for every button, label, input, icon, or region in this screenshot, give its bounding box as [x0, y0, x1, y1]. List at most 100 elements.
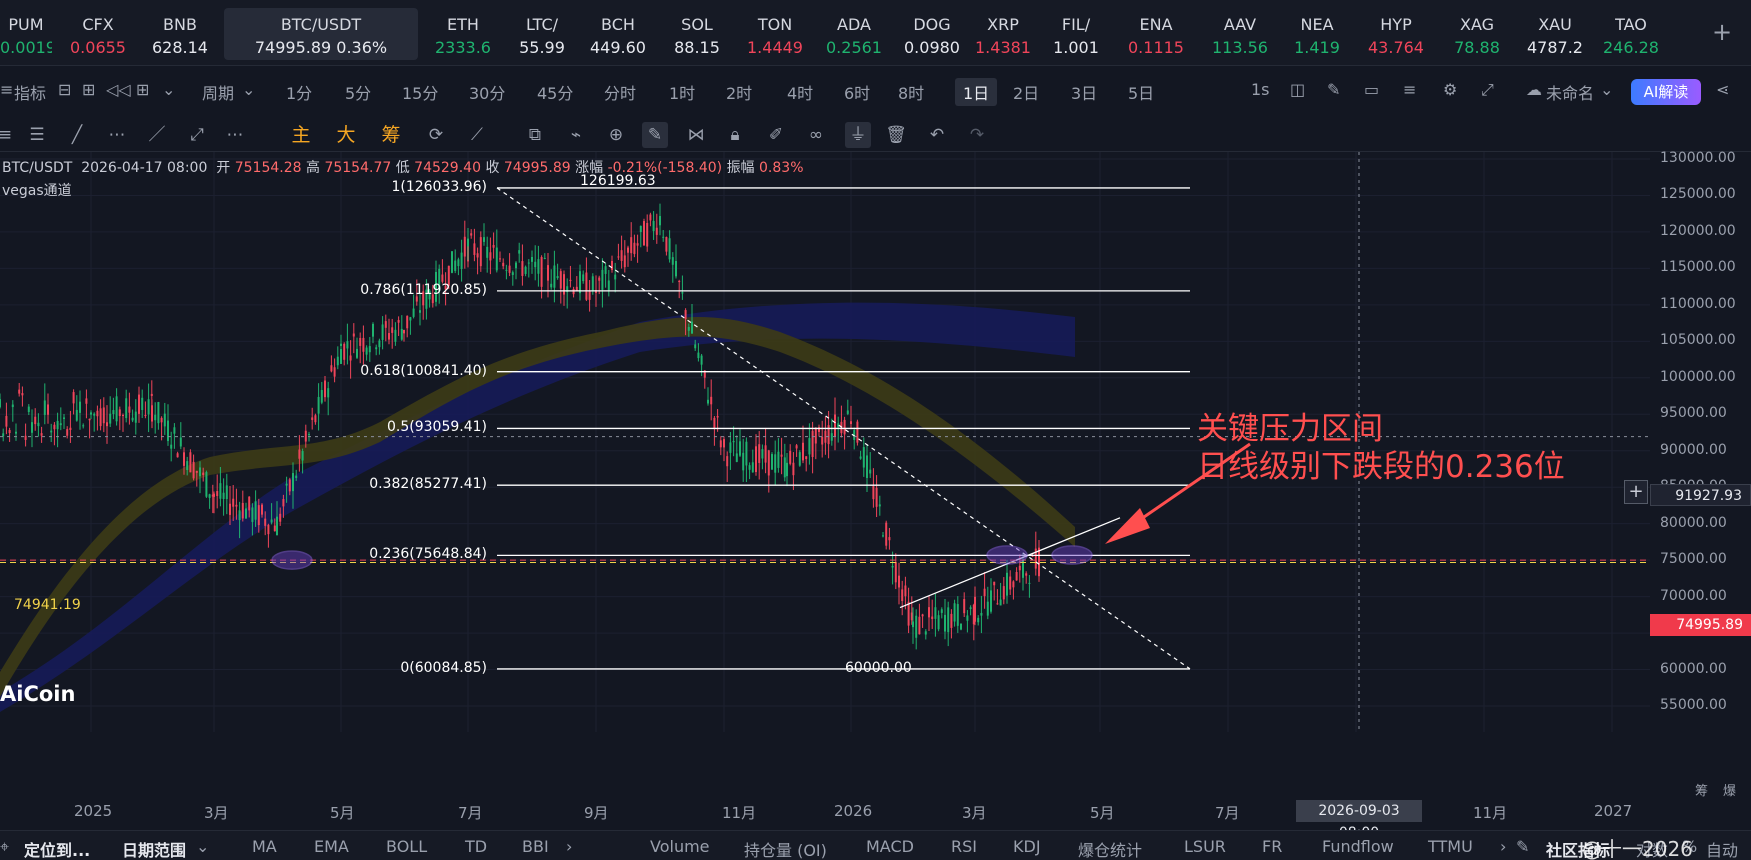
gear-icon[interactable]: ⚙	[1443, 80, 1457, 99]
undo-icon[interactable]: ↶	[924, 122, 950, 148]
trash-icon[interactable]: 🗑︎	[883, 122, 909, 148]
liq-corner-label[interactable]: 爆	[1723, 780, 1736, 799]
chip-corner-label[interactable]: 筹	[1695, 780, 1708, 799]
add-tab-icon[interactable]: +	[1712, 18, 1732, 46]
mixed-tool-icon[interactable]: ⟋	[464, 122, 490, 148]
indicator-icon[interactable]: ≡	[0, 80, 13, 99]
indicator-shortcut-6[interactable]: 持仓量 (OI)	[744, 837, 827, 860]
interval-3[interactable]: 30分	[469, 80, 505, 104]
cloud-icon[interactable]: ☁	[1526, 80, 1542, 99]
indicator-shortcut-8[interactable]: RSI	[951, 837, 977, 856]
trendline-icon[interactable]: ╱	[64, 122, 90, 148]
template-dropdown[interactable]: 未命名	[1546, 80, 1594, 104]
interval-9[interactable]: 6时	[844, 80, 870, 104]
indicator-shortcut-7[interactable]: MACD	[866, 837, 914, 856]
indicator-shortcut-5[interactable]: Volume	[650, 837, 710, 856]
locate-button[interactable]: 定位到...	[24, 837, 90, 860]
menu-icon[interactable]: ≡	[0, 122, 18, 148]
indicator-shortcut-1[interactable]: EMA	[314, 837, 349, 856]
compare-icon[interactable]: ⊞	[82, 80, 95, 99]
fullscreen-icon[interactable]: ⤢	[1481, 80, 1494, 100]
extended-line-icon[interactable]: ⤢	[184, 122, 210, 148]
interval-0[interactable]: 1分	[286, 80, 312, 104]
ai-analysis-button[interactable]: AI解读	[1631, 79, 1701, 105]
indicator-shortcut-10[interactable]: 爆仓统计	[1078, 837, 1142, 860]
interval-5[interactable]: 分时	[604, 80, 636, 104]
ticker-ton[interactable]: TON 1.4449	[742, 8, 808, 60]
date-range-button[interactable]: 日期范围	[122, 837, 186, 860]
camera-icon[interactable]: ◫	[1290, 80, 1305, 99]
indicator-shortcut-3[interactable]: TD	[465, 837, 487, 856]
multi-chart-icon[interactable]: ⊞	[136, 80, 149, 99]
list-icon[interactable]: ≡	[1403, 80, 1416, 99]
price-chart[interactable]: BTC/USDT 2026-04-17 08:00 开 75154.28 高 7…	[0, 150, 1751, 841]
more-icon[interactable]: ⋯	[222, 122, 248, 148]
interval-8[interactable]: 4时	[787, 80, 813, 104]
ticker-cfx[interactable]: CFX 0.0655	[60, 8, 136, 60]
ticker-bnb[interactable]: BNB 628.14	[140, 8, 220, 60]
indicator-shortcut-12[interactable]: FR	[1262, 837, 1282, 856]
ticker-xag[interactable]: XAG 78.88	[1440, 8, 1514, 60]
interval-10[interactable]: 8时	[898, 80, 924, 104]
chevron-right-icon[interactable]: ›	[1500, 837, 1506, 856]
period-dropdown[interactable]: 周期	[202, 80, 234, 104]
chevron-down-icon[interactable]: ⌄	[196, 837, 209, 856]
ticker-dog[interactable]: DOG 0.0980	[900, 8, 964, 60]
indicator-shortcut-13[interactable]: Fundflow	[1322, 837, 1394, 856]
layout-icon[interactable]: ⊟	[58, 80, 71, 99]
interval-1[interactable]: 5分	[345, 80, 371, 104]
interval-12[interactable]: 2日	[1013, 80, 1039, 104]
pencil-icon[interactable]: ✎	[1327, 80, 1340, 99]
interval-7[interactable]: 2时	[726, 80, 752, 104]
interval-13[interactable]: 3日	[1071, 80, 1097, 104]
ticker-xau[interactable]: XAU 4787.2	[1520, 8, 1590, 60]
share-icon[interactable]: ⋖	[1716, 80, 1729, 99]
add-alert-icon[interactable]: +	[1624, 480, 1648, 504]
ticker-bch[interactable]: BCH 449.60	[584, 8, 652, 60]
indicator-button[interactable]: 指标	[14, 80, 46, 104]
channel-icon[interactable]: ⋯	[104, 122, 130, 148]
ticker-btcusdt[interactable]: BTC/USDT 74995.89 0.36%	[224, 8, 418, 60]
link-icon[interactable]: ∞	[803, 122, 829, 148]
redo-icon[interactable]: ↷	[964, 122, 990, 148]
chevron-down-icon[interactable]: ⌄	[1600, 80, 1613, 99]
horizontal-lines-icon[interactable]: ☰	[24, 122, 50, 148]
indicator-shortcut-9[interactable]: KDJ	[1013, 837, 1041, 856]
chip-button[interactable]: 筹	[378, 122, 404, 148]
ruler-icon[interactable]: ⌁	[563, 122, 589, 148]
filter-icon[interactable]: ⏚	[845, 122, 871, 148]
ticker-eth[interactable]: ETH 2333.6	[426, 8, 500, 60]
chevron-down-icon[interactable]: ⌄	[162, 80, 175, 99]
ticker-xrp[interactable]: XRP 1.4381	[968, 8, 1038, 60]
ticker-fil[interactable]: FIL/1.001	[1044, 8, 1108, 60]
main-chart-button[interactable]: 主	[288, 122, 314, 148]
indicator-shortcut-11[interactable]: LSUR	[1184, 837, 1226, 856]
indicator-label[interactable]: vegas通道	[2, 180, 72, 200]
ticker-sol[interactable]: SOL 88.15	[658, 8, 736, 60]
interval-4[interactable]: 45分	[537, 80, 573, 104]
copy-icon[interactable]: ⧉	[522, 122, 548, 148]
indicator-shortcut-2[interactable]: BOLL	[386, 837, 427, 856]
indicator-shortcut-0[interactable]: MA	[252, 837, 277, 856]
interval-14[interactable]: 5日	[1128, 80, 1154, 104]
interval-2[interactable]: 15分	[402, 80, 438, 104]
big-button[interactable]: 大	[333, 122, 359, 148]
ticker-hyp[interactable]: HYP 43.764	[1358, 8, 1434, 60]
chevron-right-icon[interactable]: ›	[566, 837, 572, 856]
ticker-ena[interactable]: ENA 0.1115	[1114, 8, 1198, 60]
ticker-nea[interactable]: NEA 1.419	[1282, 8, 1352, 60]
ticker-ada[interactable]: ADA 0.2561	[814, 8, 894, 60]
zoom-icon[interactable]: ⊕	[603, 122, 629, 148]
indicator-shortcut-14[interactable]: TTMU	[1428, 837, 1473, 856]
ticker-tao[interactable]: TAO 246.28	[1596, 8, 1666, 60]
indicator-shortcut-4[interactable]: BBI	[522, 837, 549, 856]
locate-icon[interactable]: ⌖	[0, 837, 9, 857]
auto-toggle[interactable]: 自动	[1706, 837, 1738, 860]
edit-list-icon[interactable]: ✐	[763, 122, 789, 148]
comment-icon[interactable]: ▭	[1364, 80, 1379, 99]
magnet-icon[interactable]: ⋈	[683, 122, 709, 148]
chevron-down-icon[interactable]: ⌄	[242, 80, 255, 99]
speed-button[interactable]: 1s	[1251, 80, 1270, 99]
brush-icon[interactable]: ✎	[642, 122, 668, 148]
ray-icon[interactable]: ／	[144, 122, 170, 148]
